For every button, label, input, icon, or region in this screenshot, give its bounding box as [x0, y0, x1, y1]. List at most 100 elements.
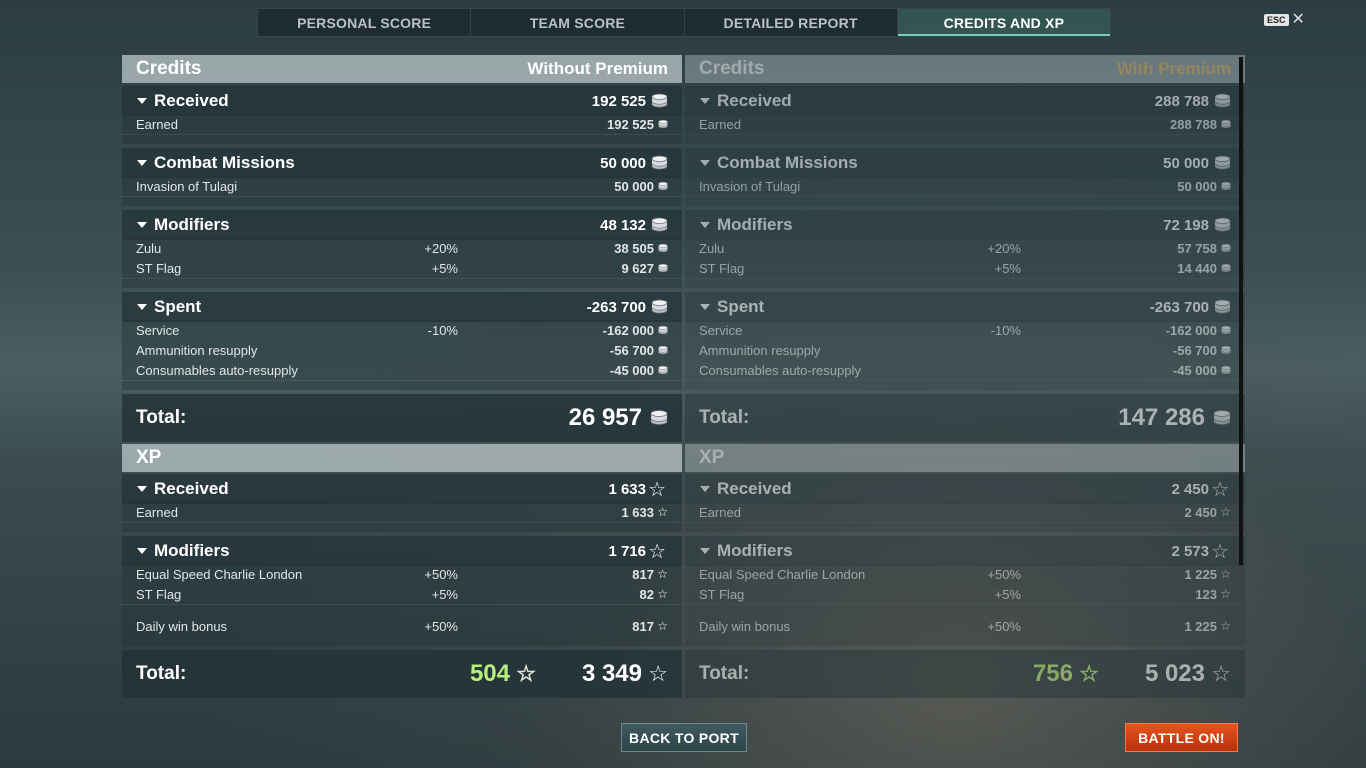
collapse-arrow-icon[interactable] — [137, 222, 147, 228]
xp-total-value: 3 349 — [581, 660, 642, 687]
battle-on-button[interactable]: BATTLE ON! — [1125, 723, 1238, 752]
item-label: ST Flag — [136, 586, 182, 602]
section-label: Received — [717, 479, 792, 498]
credits-total-value: 147 286 — [1118, 404, 1205, 431]
xp-title: XP — [136, 447, 162, 468]
list-item: Zulu +20% 57 758 — [685, 238, 1245, 258]
collapse-arrow-icon[interactable] — [700, 160, 710, 166]
credits-xp-panel-standard: Credits Without Premium Received 192 525 Ear… — [122, 55, 682, 698]
credits-icon — [650, 410, 668, 425]
item-value: -56 700 — [1172, 342, 1217, 358]
credits-icon — [1221, 243, 1231, 253]
collapse-arrow-icon[interactable] — [700, 548, 710, 554]
item-percent: +50% — [987, 566, 1021, 582]
section-xp_received: Received 1 633 ☆ — [122, 474, 682, 504]
collapse-arrow-icon[interactable] — [137, 486, 147, 492]
credits-icon — [1213, 410, 1231, 425]
item-percent: -10% — [990, 322, 1021, 338]
item-label: Equal Speed Charlie London — [699, 566, 866, 582]
tab-credits-and-xp[interactable]: CREDITS AND XP — [897, 9, 1110, 36]
item-label: Service — [699, 322, 743, 338]
item-value: 50 000 — [614, 178, 654, 194]
item-label: Ammunition resupply — [699, 342, 821, 358]
section-xp_received: Received 2 450 ☆ — [685, 474, 1245, 504]
item-value: -162 000 — [602, 322, 654, 338]
section-label: Combat Missions — [154, 153, 295, 172]
list-item: Equal Speed Charlie London +50% 817 ☆ — [122, 564, 682, 584]
back-to-port-button[interactable]: BACK TO PORT — [621, 723, 747, 752]
credits-icon — [1214, 93, 1231, 108]
tab-personal-score[interactable]: PERSONAL SCORE — [258, 9, 472, 36]
tab-team-score[interactable]: TEAM SCORE — [471, 9, 685, 36]
list-item: Earned 288 788 — [685, 114, 1245, 135]
credits-title: Credits — [699, 58, 765, 79]
collapse-arrow-icon[interactable] — [700, 98, 710, 104]
xp-star-icon: ☆ — [1220, 587, 1231, 601]
section-label: Received — [154, 91, 229, 110]
item-label: Earned — [699, 504, 741, 520]
collapse-arrow-icon[interactable] — [700, 486, 710, 492]
section-value: 50 000 — [600, 154, 646, 172]
tab-detailed-report[interactable]: DETAILED REPORT — [685, 9, 898, 36]
collapse-arrow-icon[interactable] — [700, 304, 710, 310]
xp-star-icon: ☆ — [657, 505, 668, 519]
list-item: Consumables auto-resupply -45 000 — [685, 360, 1245, 381]
credits-icon — [658, 263, 668, 273]
xp-star-icon: ☆ — [657, 567, 668, 581]
section-missions: Combat Missions 50 000 — [685, 148, 1245, 178]
item-value: 1 225 — [1184, 566, 1217, 582]
credits-icon — [658, 365, 668, 375]
xp-star-icon: ☆ — [516, 661, 536, 686]
credits-total: Total: 147 286 — [685, 394, 1245, 442]
credits-icon — [651, 299, 668, 314]
credits-title: Credits — [136, 58, 202, 79]
section-value: 50 000 — [1163, 154, 1209, 172]
section-label: Modifiers — [154, 215, 230, 234]
collapse-arrow-icon[interactable] — [137, 548, 147, 554]
item-value: 38 505 — [614, 240, 654, 256]
xp-star-icon: ☆ — [648, 478, 666, 501]
xp-star-icon: ☆ — [1079, 661, 1099, 686]
item-value: -45 000 — [1172, 362, 1217, 378]
credits-icon — [1214, 299, 1231, 314]
total-label: Total: — [699, 407, 750, 428]
collapse-arrow-icon[interactable] — [137, 160, 147, 166]
section-value: 1 716 — [608, 542, 646, 560]
section-label: Received — [154, 479, 229, 498]
item-label: Earned — [136, 504, 178, 520]
item-label: Consumables auto-resupply — [699, 362, 861, 378]
item-label: ST Flag — [699, 260, 745, 276]
section-label: Spent — [717, 297, 765, 316]
scrollbar[interactable] — [1239, 57, 1243, 565]
close-button[interactable]: ESC ✕ — [1264, 11, 1305, 28]
section-value: -263 700 — [1149, 298, 1209, 316]
section-modifiers: Modifiers 72 198 — [685, 210, 1245, 240]
list-item: Service -10% -162 000 — [685, 320, 1245, 340]
item-label: ST Flag — [699, 586, 745, 602]
credits-icon — [1214, 217, 1231, 232]
list-item: Consumables auto-resupply -45 000 — [122, 360, 682, 381]
collapse-arrow-icon[interactable] — [137, 304, 147, 310]
credits-icon — [1221, 263, 1231, 273]
collapse-arrow-icon[interactable] — [137, 98, 147, 104]
collapse-arrow-icon[interactable] — [700, 222, 710, 228]
credits-header: Credits With Premium — [685, 55, 1245, 83]
item-label: Zulu — [699, 240, 725, 256]
credits-icon — [1221, 181, 1231, 191]
list-item: Daily win bonus +50% 1 225 ☆ — [685, 616, 1245, 636]
list-item: ST Flag +5% 123 ☆ — [685, 584, 1245, 605]
list-item: Earned 192 525 — [122, 114, 682, 135]
xp-header: XP — [122, 444, 682, 472]
section-label: Combat Missions — [717, 153, 858, 172]
xp-total: Total: 756 ☆ 5 023 ☆ — [685, 650, 1245, 698]
item-percent: -10% — [427, 322, 458, 338]
list-item: ST Flag +5% 9 627 — [122, 258, 682, 279]
section-spent: Spent -263 700 — [685, 292, 1245, 322]
item-label: Zulu — [136, 240, 162, 256]
item-percent: +20% — [424, 240, 458, 256]
close-icon: ✕ — [1291, 11, 1305, 28]
item-percent: +5% — [994, 260, 1021, 276]
list-item: Daily win bonus +50% 817 ☆ — [122, 616, 682, 636]
item-value: 82 — [639, 586, 654, 602]
credits-icon — [658, 181, 668, 191]
